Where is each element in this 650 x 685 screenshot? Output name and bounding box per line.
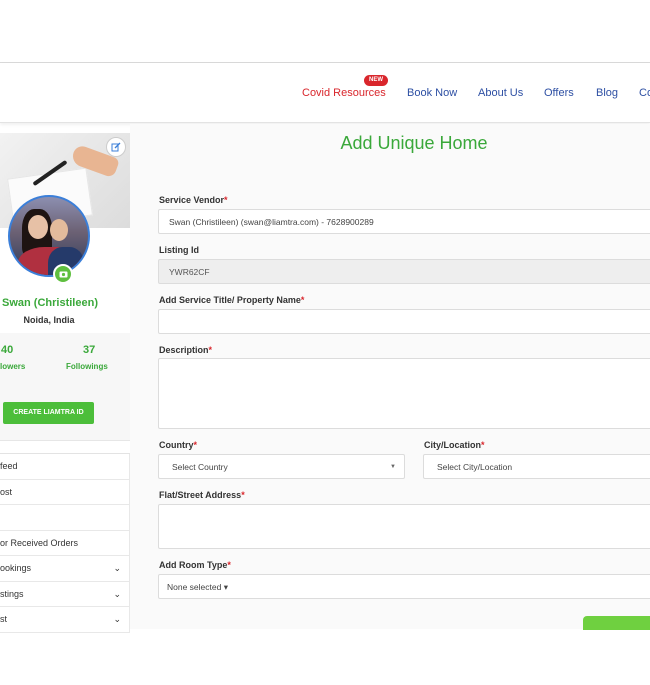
profile-name: Swan (Christileen) xyxy=(2,297,98,309)
description-textarea[interactable] xyxy=(158,358,650,429)
sidebar-item-label: stings xyxy=(0,588,24,599)
change-photo-button[interactable] xyxy=(53,264,73,284)
followers-label[interactable]: lowers xyxy=(0,362,25,371)
sidebar-item-received-orders[interactable]: or Received Orders xyxy=(0,530,130,556)
nav-blog[interactable]: Blog xyxy=(596,87,618,99)
room-type-multiselect[interactable]: None selected ▾ xyxy=(158,574,650,599)
new-badge: NEW xyxy=(364,75,388,86)
page-title: Add Unique Home xyxy=(340,133,488,153)
avatar xyxy=(8,195,90,277)
chevron-down-icon: ⌄ xyxy=(113,614,121,624)
service-title-input[interactable] xyxy=(158,309,650,334)
chevron-down-icon: ⌄ xyxy=(113,588,121,599)
service-vendor-label: Service Vendor* xyxy=(159,195,228,205)
sidebar-item-label: ookings xyxy=(0,563,32,573)
sidebar-item-label: or Received Orders xyxy=(0,537,79,548)
caret-down-icon: ▼ xyxy=(390,464,396,470)
sidebar-item-list[interactable]: st ⌄ xyxy=(0,607,130,633)
country-label: Country* xyxy=(159,440,198,450)
sidebar-item-label: st xyxy=(0,614,8,624)
service-title-label: Add Service Title/ Property Name* xyxy=(159,295,305,305)
chevron-down-icon: ⌄ xyxy=(113,563,121,573)
country-select[interactable]: Select Country ▼ xyxy=(158,454,405,479)
listing-id-field: YWR62CF xyxy=(158,259,650,284)
nav-offers[interactable]: Offers xyxy=(544,87,574,99)
listing-id-label: Listing Id xyxy=(159,245,199,255)
edit-cover-button[interactable] xyxy=(106,137,126,157)
nav-covid-resources[interactable]: Covid Resources xyxy=(302,87,386,99)
edit-icon xyxy=(111,142,121,152)
sidebar-item-post[interactable]: ost xyxy=(0,479,130,505)
service-vendor-input[interactable]: Swan (Christileen) (swan@liamtra.com) - … xyxy=(158,209,650,234)
submit-button[interactable] xyxy=(583,616,650,630)
sidebar-item-listings[interactable]: stings ⌄ xyxy=(0,581,130,607)
stats-box: 40 lowers 37 Followings xyxy=(0,333,130,441)
followings-count[interactable]: 37 xyxy=(83,344,95,356)
top-navbar: Covid Resources NEW Book Now About Us Of… xyxy=(0,63,650,123)
address-label: Flat/Street Address* xyxy=(159,490,245,500)
description-label: Description* xyxy=(159,345,213,355)
create-liamtra-id-button[interactable]: CREATE LIAMTRA ID xyxy=(3,402,94,424)
profile-location: Noida, India xyxy=(23,315,75,325)
camera-icon xyxy=(59,271,67,278)
sidebar-menu: feed ost or Received Orders ookings ⌄ sti… xyxy=(0,453,130,633)
sidebar-item-feed[interactable]: feed xyxy=(0,454,130,480)
followers-count[interactable]: 40 xyxy=(1,344,13,356)
sidebar-item-blank[interactable] xyxy=(0,505,130,531)
nav-book-now[interactable]: Book Now xyxy=(407,87,457,99)
nav-contact[interactable]: Co xyxy=(639,87,650,99)
city-select[interactable]: Select City/Location xyxy=(423,454,650,479)
sidebar-item-bookings[interactable]: ookings ⌄ xyxy=(0,556,130,582)
country-select-value: Select Country xyxy=(172,462,228,472)
city-label: City/Location* xyxy=(424,440,485,450)
sidebar-item-label: ost xyxy=(0,486,13,497)
nav-about-us[interactable]: About Us xyxy=(478,87,523,99)
sidebar-item-label: feed xyxy=(0,461,18,471)
room-type-label: Add Room Type* xyxy=(159,560,231,570)
address-input[interactable] xyxy=(158,504,650,549)
followings-label[interactable]: Followings xyxy=(66,362,108,371)
